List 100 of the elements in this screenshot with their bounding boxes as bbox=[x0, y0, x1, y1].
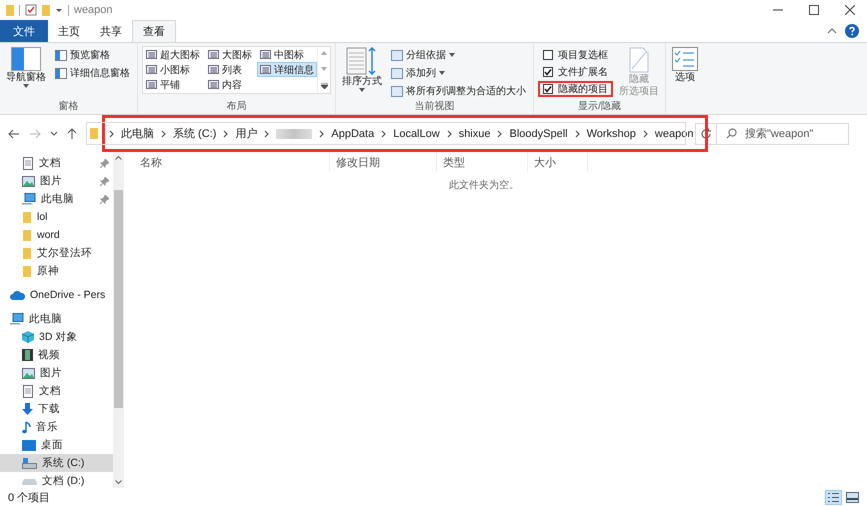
layout-option[interactable]: 中图标 bbox=[257, 47, 317, 62]
maximize-icon[interactable] bbox=[809, 5, 819, 15]
column-header[interactable]: 名称 bbox=[134, 152, 330, 172]
drive-icon bbox=[22, 458, 37, 468]
checklist-icon bbox=[672, 47, 698, 71]
view-command-button[interactable]: 添加列 bbox=[388, 65, 529, 81]
collapse-ribbon-icon[interactable] bbox=[827, 27, 837, 35]
nav-item[interactable]: 此电脑 bbox=[0, 310, 113, 328]
chevron-icon[interactable] bbox=[161, 130, 166, 138]
chevron-icon[interactable] bbox=[574, 130, 580, 138]
pin-icon[interactable] bbox=[100, 176, 109, 186]
layout-option[interactable]: 超大图标 bbox=[143, 47, 203, 62]
checkbox[interactable] bbox=[543, 67, 553, 77]
chevron-icon[interactable] bbox=[446, 130, 452, 138]
help-icon[interactable] bbox=[845, 24, 859, 38]
nav-item[interactable]: 3D 对象 bbox=[0, 328, 113, 346]
nav-item[interactable]: 图片 bbox=[0, 364, 113, 382]
checkbox-option[interactable]: 文件扩展名 bbox=[538, 64, 613, 80]
blurred-block bbox=[276, 128, 312, 138]
folder-icon bbox=[90, 128, 98, 139]
breadcrumb-item[interactable]: BloodySpell bbox=[509, 128, 568, 140]
checkbox[interactable] bbox=[543, 50, 553, 60]
nav-label: 3D 对象 bbox=[39, 330, 78, 344]
scrollbar[interactable] bbox=[113, 152, 124, 488]
nav-item[interactable]: 原神 bbox=[0, 262, 113, 280]
ribbon-tab[interactable]: 文件 bbox=[0, 20, 48, 42]
pane-layout-icon bbox=[55, 50, 67, 60]
pin-icon[interactable] bbox=[100, 158, 109, 168]
nav-item[interactable]: OneDrive - Pers bbox=[0, 286, 113, 304]
navigation-pane-button[interactable]: 导航窗格 bbox=[4, 45, 48, 90]
nav-item[interactable]: 此电脑 bbox=[0, 190, 113, 208]
details-view-button[interactable] bbox=[825, 490, 842, 504]
breadcrumb-item[interactable]: shixue bbox=[458, 128, 490, 140]
pane-button[interactable]: 详细信息窗格 bbox=[52, 65, 133, 81]
column-header[interactable]: 大小 bbox=[528, 152, 588, 172]
view-icon bbox=[146, 50, 157, 59]
nav-item[interactable]: 音乐 bbox=[0, 418, 113, 436]
search-field[interactable]: 搜索"weapon" bbox=[716, 122, 849, 144]
breadcrumb-item[interactable]: weapon bbox=[654, 128, 694, 140]
chevron-icon[interactable] bbox=[319, 130, 324, 138]
breadcrumb-item[interactable]: LocalLow bbox=[393, 128, 440, 140]
chevron-icon[interactable] bbox=[497, 130, 502, 138]
back-icon[interactable] bbox=[8, 128, 20, 138]
checkbox-option[interactable]: 隐藏的项目 bbox=[538, 81, 613, 97]
checkbox-option[interactable]: 项目复选框 bbox=[538, 47, 613, 63]
chevron-icon[interactable] bbox=[381, 130, 386, 138]
nav-item[interactable]: 下载 bbox=[0, 400, 113, 418]
nav-item[interactable]: 文档 bbox=[0, 154, 113, 172]
layout-option[interactable]: 内容 bbox=[205, 77, 255, 92]
layout-option[interactable]: 大图标 bbox=[205, 47, 255, 62]
layout-option[interactable]: 平铺 bbox=[143, 77, 203, 92]
nav-item[interactable]: 文档 (D:) bbox=[0, 472, 113, 488]
breadcrumb-item[interactable]: Workshop bbox=[586, 128, 636, 140]
breadcrumb-item[interactable]: 用户 bbox=[235, 126, 258, 141]
properties-icon[interactable] bbox=[25, 4, 37, 16]
pane-button[interactable]: 预览窗格 bbox=[52, 47, 133, 63]
scroll-down-icon[interactable] bbox=[115, 480, 122, 484]
more-icon[interactable] bbox=[320, 83, 328, 89]
sort-by-button[interactable]: 排序方式 bbox=[340, 45, 384, 94]
chevron-icon[interactable] bbox=[264, 130, 270, 138]
caret-icon[interactable] bbox=[55, 6, 63, 14]
up-icon[interactable] bbox=[67, 128, 77, 140]
ribbon-tab[interactable]: 查看 bbox=[132, 20, 176, 43]
folder-icon bbox=[22, 229, 32, 241]
pin-icon[interactable] bbox=[100, 194, 109, 204]
column-header[interactable]: 类型 bbox=[437, 152, 528, 172]
group-label: 显示/隐藏 bbox=[577, 100, 622, 114]
close-icon[interactable] bbox=[845, 5, 855, 15]
nav-item[interactable]: 视频 bbox=[0, 346, 113, 364]
layout-option[interactable]: 详细信息 bbox=[257, 62, 317, 77]
column-header[interactable]: 修改日期 bbox=[330, 152, 437, 172]
nav-item[interactable]: 艾尔登法环 bbox=[0, 244, 113, 262]
breadcrumb-item[interactable]: AppData bbox=[331, 128, 374, 140]
checkbox[interactable] bbox=[543, 84, 553, 94]
item-count: 0 个项目 bbox=[8, 490, 50, 504]
view-command-button[interactable]: 将所有列调整为合适的大小 bbox=[388, 83, 529, 99]
view-command-button[interactable]: 分组依据 bbox=[388, 47, 529, 63]
recent-locations-icon[interactable] bbox=[50, 130, 58, 136]
scroll-up-icon[interactable] bbox=[115, 156, 122, 160]
nav-label: 此电脑 bbox=[29, 312, 62, 326]
film-icon bbox=[22, 349, 33, 361]
refresh-icon bbox=[700, 128, 712, 140]
layout-option[interactable]: 小图标 bbox=[143, 62, 203, 77]
chevron-icon[interactable] bbox=[642, 130, 648, 138]
nav-item[interactable]: word bbox=[0, 226, 113, 244]
breadcrumb-item[interactable]: 系统 (C:) bbox=[173, 126, 216, 141]
layout-option[interactable]: 列表 bbox=[205, 62, 255, 77]
nav-item[interactable]: 文档 bbox=[0, 382, 113, 400]
options-button[interactable]: 选项 bbox=[670, 45, 700, 114]
folder-icon bbox=[22, 211, 32, 223]
nav-item[interactable]: 图片 bbox=[0, 172, 113, 190]
breadcrumb-item[interactable]: 此电脑 bbox=[121, 126, 154, 141]
nav-item[interactable]: 桌面 bbox=[0, 436, 113, 454]
nav-item[interactable]: lol bbox=[0, 208, 113, 226]
ribbon-tab[interactable]: 主页 bbox=[48, 20, 90, 42]
chevron-icon[interactable] bbox=[223, 130, 228, 138]
nav-item[interactable]: 系统 (C:) bbox=[0, 454, 113, 472]
chevron-icon[interactable] bbox=[109, 130, 114, 138]
ribbon-tab[interactable]: 共享 bbox=[90, 20, 132, 42]
large-icons-view-button[interactable] bbox=[844, 490, 861, 504]
